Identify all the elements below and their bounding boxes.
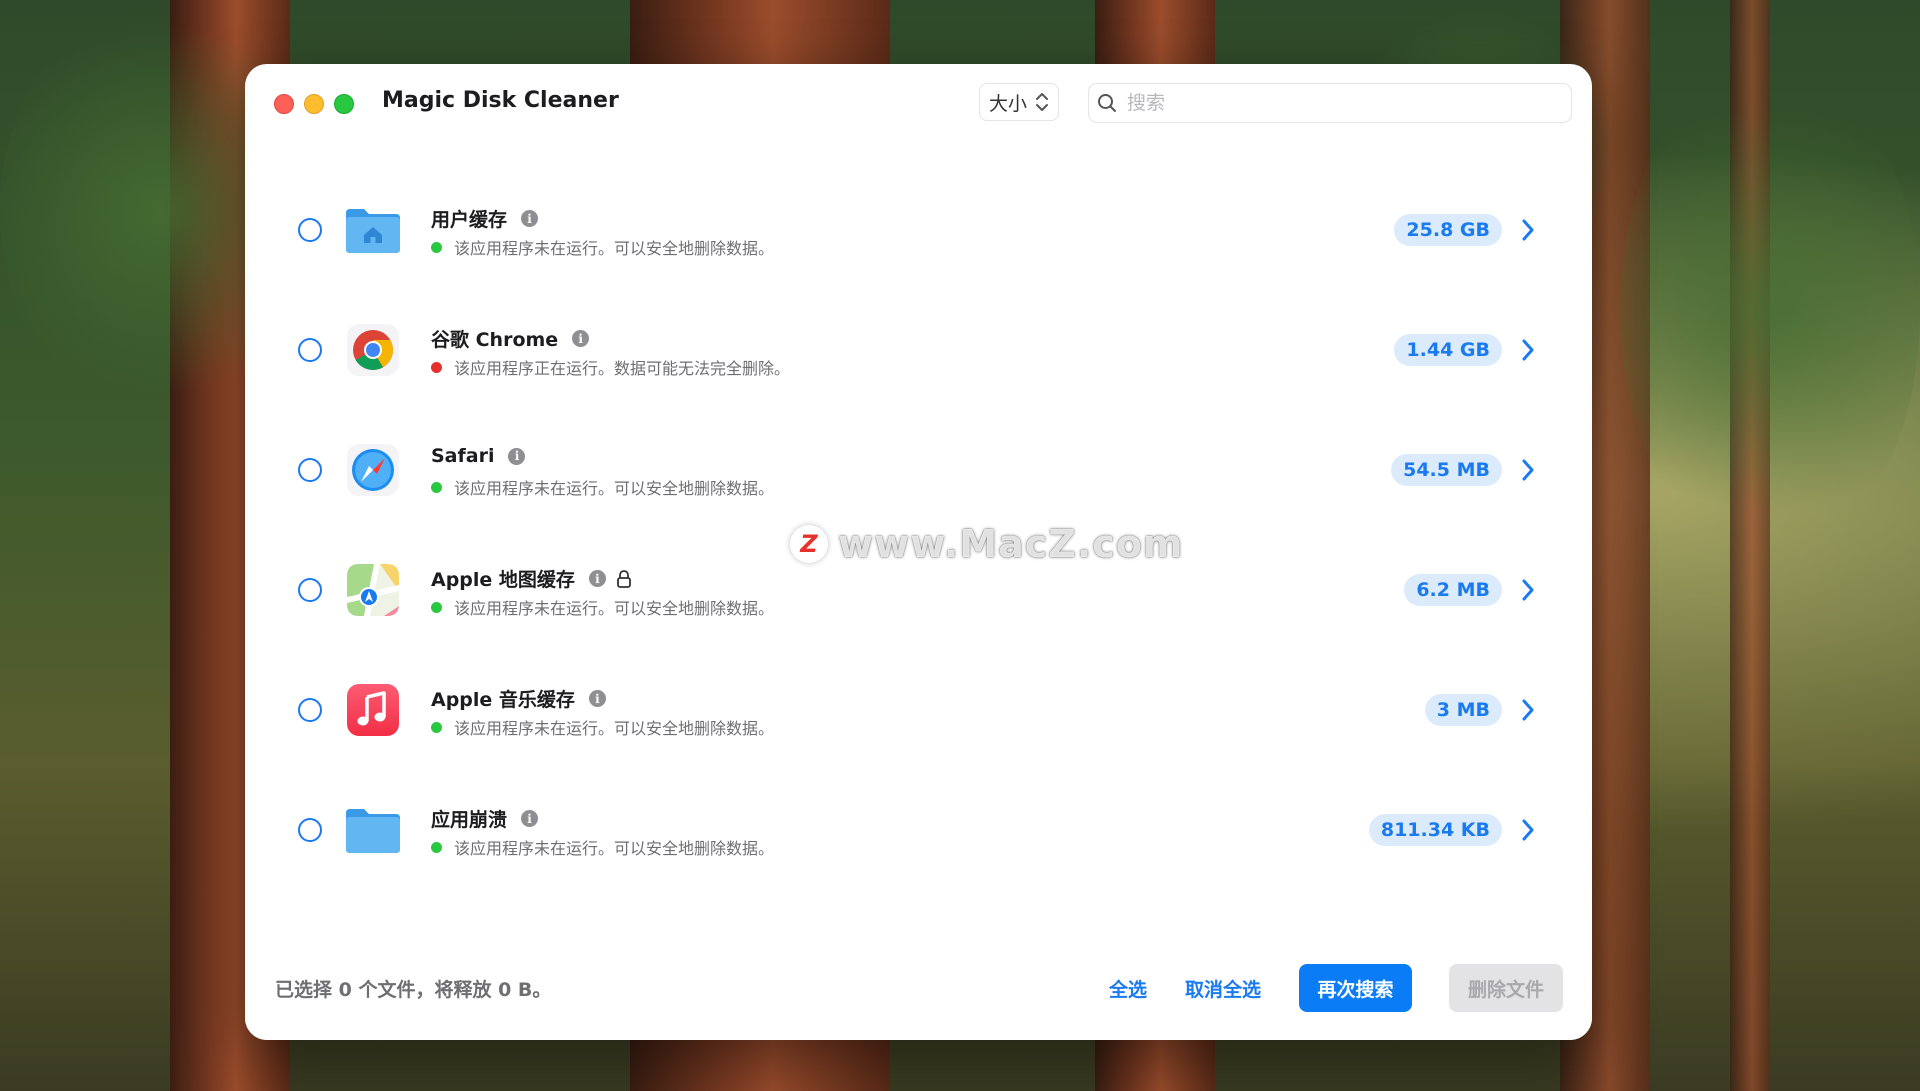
status-dot-ok <box>431 241 442 253</box>
info-icon[interactable]: i <box>588 690 606 707</box>
info-icon[interactable]: i <box>508 447 526 465</box>
item-status-text: 该应用程序未在运行。可以安全地删除数据。 <box>454 479 775 498</box>
list-item[interactable]: Apple 音乐缓存 i 该应用程序未在运行。可以安全地删除数据。 3 MB <box>245 649 1592 769</box>
item-status-text: 该应用程序未在运行。可以安全地删除数据。 <box>454 839 775 858</box>
list-item[interactable]: 应用崩溃 i 该应用程序未在运行。可以安全地删除数据。 811.34 KB <box>245 769 1592 889</box>
chevron-right-icon[interactable] <box>1520 578 1536 602</box>
chevron-right-icon[interactable] <box>1520 338 1536 362</box>
search-again-button[interactable]: 再次搜索 <box>1299 964 1412 1012</box>
item-name: Apple 音乐缓存 <box>431 689 575 711</box>
select-all-button[interactable]: 全选 <box>1109 975 1147 1002</box>
info-icon[interactable]: i <box>572 330 590 347</box>
list-item[interactable]: Safari i 该应用程序未在运行。可以安全地删除数据。 54.5 MB <box>245 409 1592 529</box>
lock-icon <box>617 569 631 588</box>
status-dot-ok <box>431 481 442 493</box>
item-name-row: Safari i <box>431 445 526 467</box>
item-status: 该应用程序未在运行。可以安全地删除数据。 <box>431 715 774 739</box>
chevron-right-icon[interactable] <box>1520 218 1536 242</box>
select-radio[interactable] <box>298 698 322 722</box>
select-radio[interactable] <box>298 218 322 242</box>
chevron-right-icon[interactable] <box>1520 698 1536 722</box>
status-dot-ok <box>431 841 442 853</box>
app-title: Magic Disk Cleaner <box>382 88 619 113</box>
item-name-row: 谷歌 Chrome i <box>431 325 590 352</box>
item-status-text: 该应用程序未在运行。可以安全地删除数据。 <box>454 599 775 618</box>
chevron-right-icon[interactable] <box>1520 818 1536 842</box>
item-name: 应用崩溃 <box>431 809 508 831</box>
app-window: Magic Disk Cleaner 大小 搜索 用户缓存 i 该应用程序未在运… <box>245 64 1592 1040</box>
size-badge: 811.34 KB <box>1368 814 1502 846</box>
minimize-button[interactable] <box>304 94 324 114</box>
delete-files-button: 删除文件 <box>1449 964 1563 1012</box>
size-badge: 54.5 MB <box>1391 454 1502 486</box>
cache-list: 用户缓存 i 该应用程序未在运行。可以安全地删除数据。 25.8 GB 谷歌 C… <box>245 169 1592 989</box>
item-name: 谷歌 Chrome <box>431 329 559 351</box>
size-badge: 1.44 GB <box>1394 334 1502 366</box>
status-dot-ok <box>431 721 442 733</box>
size-badge: 25.8 GB <box>1394 214 1502 246</box>
item-status: 该应用程序未在运行。可以安全地删除数据。 <box>431 835 774 859</box>
item-name: Apple 地图缓存 <box>431 569 575 591</box>
sort-select[interactable]: 大小 <box>979 83 1059 121</box>
safari-icon <box>347 444 399 496</box>
footer-bar: 已选择 0 个文件，将释放 0 B。 全选 取消全选 再次搜索 删除文件 <box>245 940 1592 1040</box>
item-status-text: 该应用程序未在运行。可以安全地删除数据。 <box>454 239 775 258</box>
title-bar: Magic Disk Cleaner 大小 <box>245 64 1592 142</box>
item-name: Safari <box>431 445 495 467</box>
select-radio[interactable] <box>298 818 322 842</box>
info-icon[interactable]: i <box>521 210 539 227</box>
foliage <box>1620 60 1920 560</box>
size-badge: 3 MB <box>1424 694 1502 726</box>
item-status-text: 该应用程序正在运行。数据可能无法完全删除。 <box>454 359 791 378</box>
sort-select-label: 大小 <box>988 92 1027 115</box>
search-icon <box>1098 94 1116 112</box>
status-dot-ok <box>431 601 442 613</box>
select-radio[interactable] <box>298 578 322 602</box>
list-item[interactable]: Apple 地图缓存 i 该应用程序未在运行。可以安全地删除数据。 6.2 MB <box>245 529 1592 649</box>
music-icon <box>347 684 399 736</box>
item-status: 该应用程序未在运行。可以安全地删除数据。 <box>431 595 774 619</box>
maps-icon <box>347 564 399 616</box>
item-name-row: Apple 音乐缓存 i <box>431 685 606 712</box>
chevron-right-icon[interactable] <box>1520 458 1536 482</box>
item-name-row: Apple 地图缓存 i <box>431 565 632 592</box>
item-status-text: 该应用程序未在运行。可以安全地删除数据。 <box>454 719 775 738</box>
size-badge: 6.2 MB <box>1404 574 1502 606</box>
close-button[interactable] <box>274 94 294 114</box>
status-dot-running <box>431 361 442 373</box>
item-name-row: 用户缓存 i <box>431 205 539 232</box>
chrome-icon <box>347 324 399 376</box>
selection-status: 已选择 0 个文件，将释放 0 B。 <box>275 979 552 1001</box>
info-icon[interactable]: i <box>521 810 539 827</box>
chevron-up-down-icon <box>1036 93 1048 111</box>
item-status: 该应用程序正在运行。数据可能无法完全删除。 <box>431 355 790 379</box>
zoom-button[interactable] <box>334 94 354 114</box>
list-item[interactable]: 谷歌 Chrome i 该应用程序正在运行。数据可能无法完全删除。 1.44 G… <box>245 289 1592 409</box>
select-radio[interactable] <box>298 338 322 362</box>
list-item[interactable]: 用户缓存 i 该应用程序未在运行。可以安全地删除数据。 25.8 GB <box>245 169 1592 289</box>
info-icon[interactable]: i <box>588 570 606 587</box>
item-name-row: 应用崩溃 i <box>431 805 539 832</box>
folder-icon <box>346 809 400 853</box>
item-status: 该应用程序未在运行。可以安全地删除数据。 <box>431 235 774 259</box>
item-status: 该应用程序未在运行。可以安全地删除数据。 <box>431 475 774 499</box>
item-name: 用户缓存 <box>431 209 508 231</box>
search-field[interactable] <box>1088 83 1572 123</box>
deselect-all-button[interactable]: 取消全选 <box>1185 975 1261 1002</box>
home-folder-icon <box>346 209 400 253</box>
search-input[interactable] <box>1125 91 1549 115</box>
select-radio[interactable] <box>298 458 322 482</box>
